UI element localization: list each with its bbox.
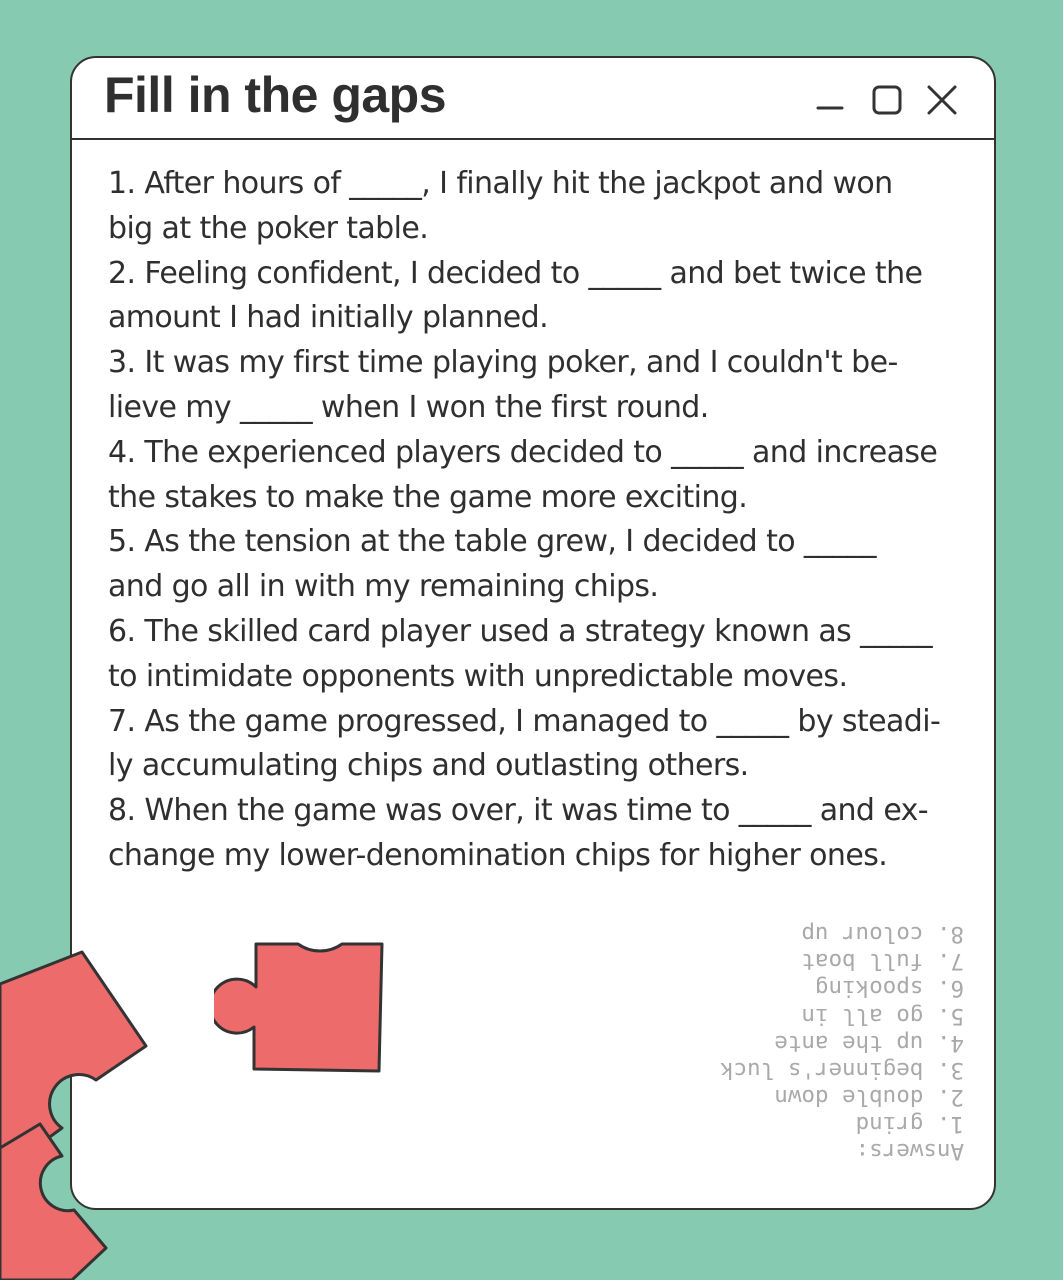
exercise-line: 3. It was my first time playing poker, a…: [108, 345, 898, 381]
puzzle-piece-icon: [0, 950, 148, 1280]
answer-item: 1. grind: [855, 1110, 964, 1137]
puzzle-piece-icon: [214, 942, 384, 1073]
exercise-line: 2. Feeling confident, I decided to _____…: [108, 255, 923, 291]
title-bar: Fill in the gaps: [72, 58, 994, 140]
answer-item: 4. up the ante: [774, 1029, 964, 1056]
exercise-line: the stakes to make the game more excitin…: [108, 479, 748, 515]
exercise-line: big at the poker table.: [108, 210, 429, 246]
minimize-button[interactable]: [812, 80, 852, 120]
answer-item: 7. full boat: [801, 948, 964, 975]
exercise-line: and go all in with my remaining chips.: [108, 569, 659, 605]
maximize-button[interactable]: [868, 80, 908, 120]
close-icon: [927, 85, 957, 115]
maximize-icon: [872, 85, 902, 115]
close-button[interactable]: [922, 80, 962, 120]
exercise-text: 1. After hours of _____, I finally hit t…: [108, 162, 968, 879]
exercise-line: 6. The skilled card player used a strate…: [108, 613, 933, 649]
exercise-line: to intimidate opponents with unpredictab…: [108, 658, 848, 694]
answer-item: 6. spooking: [814, 975, 964, 1002]
answer-item: 8. colour up: [801, 921, 964, 948]
answers-upside-down: Answers: 1. grind 2. double down 3. begi…: [720, 920, 964, 1164]
exercise-line: ly accumulating chips and outlasting oth…: [108, 748, 749, 784]
exercise-line: 4. The experienced players decided to __…: [108, 434, 938, 470]
exercise-line: amount I had initially planned.: [108, 300, 549, 336]
exercise-line: 1. After hours of _____, I finally hit t…: [108, 166, 893, 201]
exercise-line: 5. As the tension at the table grew, I d…: [108, 524, 877, 560]
exercise-line: 8. When the game was over, it was time t…: [108, 793, 929, 829]
exercise-line: 7. As the game progressed, I managed to …: [108, 703, 941, 739]
minimize-icon: [816, 106, 844, 110]
answer-item: 5. go all in: [801, 1002, 964, 1029]
window-title: Fill in the gaps: [104, 67, 447, 123]
exercise-line: change my lower-denomination chips for h…: [108, 837, 888, 873]
app-window: Fill in the gaps 1. After hours of _____…: [70, 56, 996, 1210]
answers-heading: Answers:: [855, 1137, 964, 1164]
exercise-line: lieve my _____ when I won the first roun…: [108, 389, 709, 425]
answer-item: 3. beginner's luck: [720, 1056, 964, 1083]
answer-item: 2. double down: [774, 1083, 964, 1110]
